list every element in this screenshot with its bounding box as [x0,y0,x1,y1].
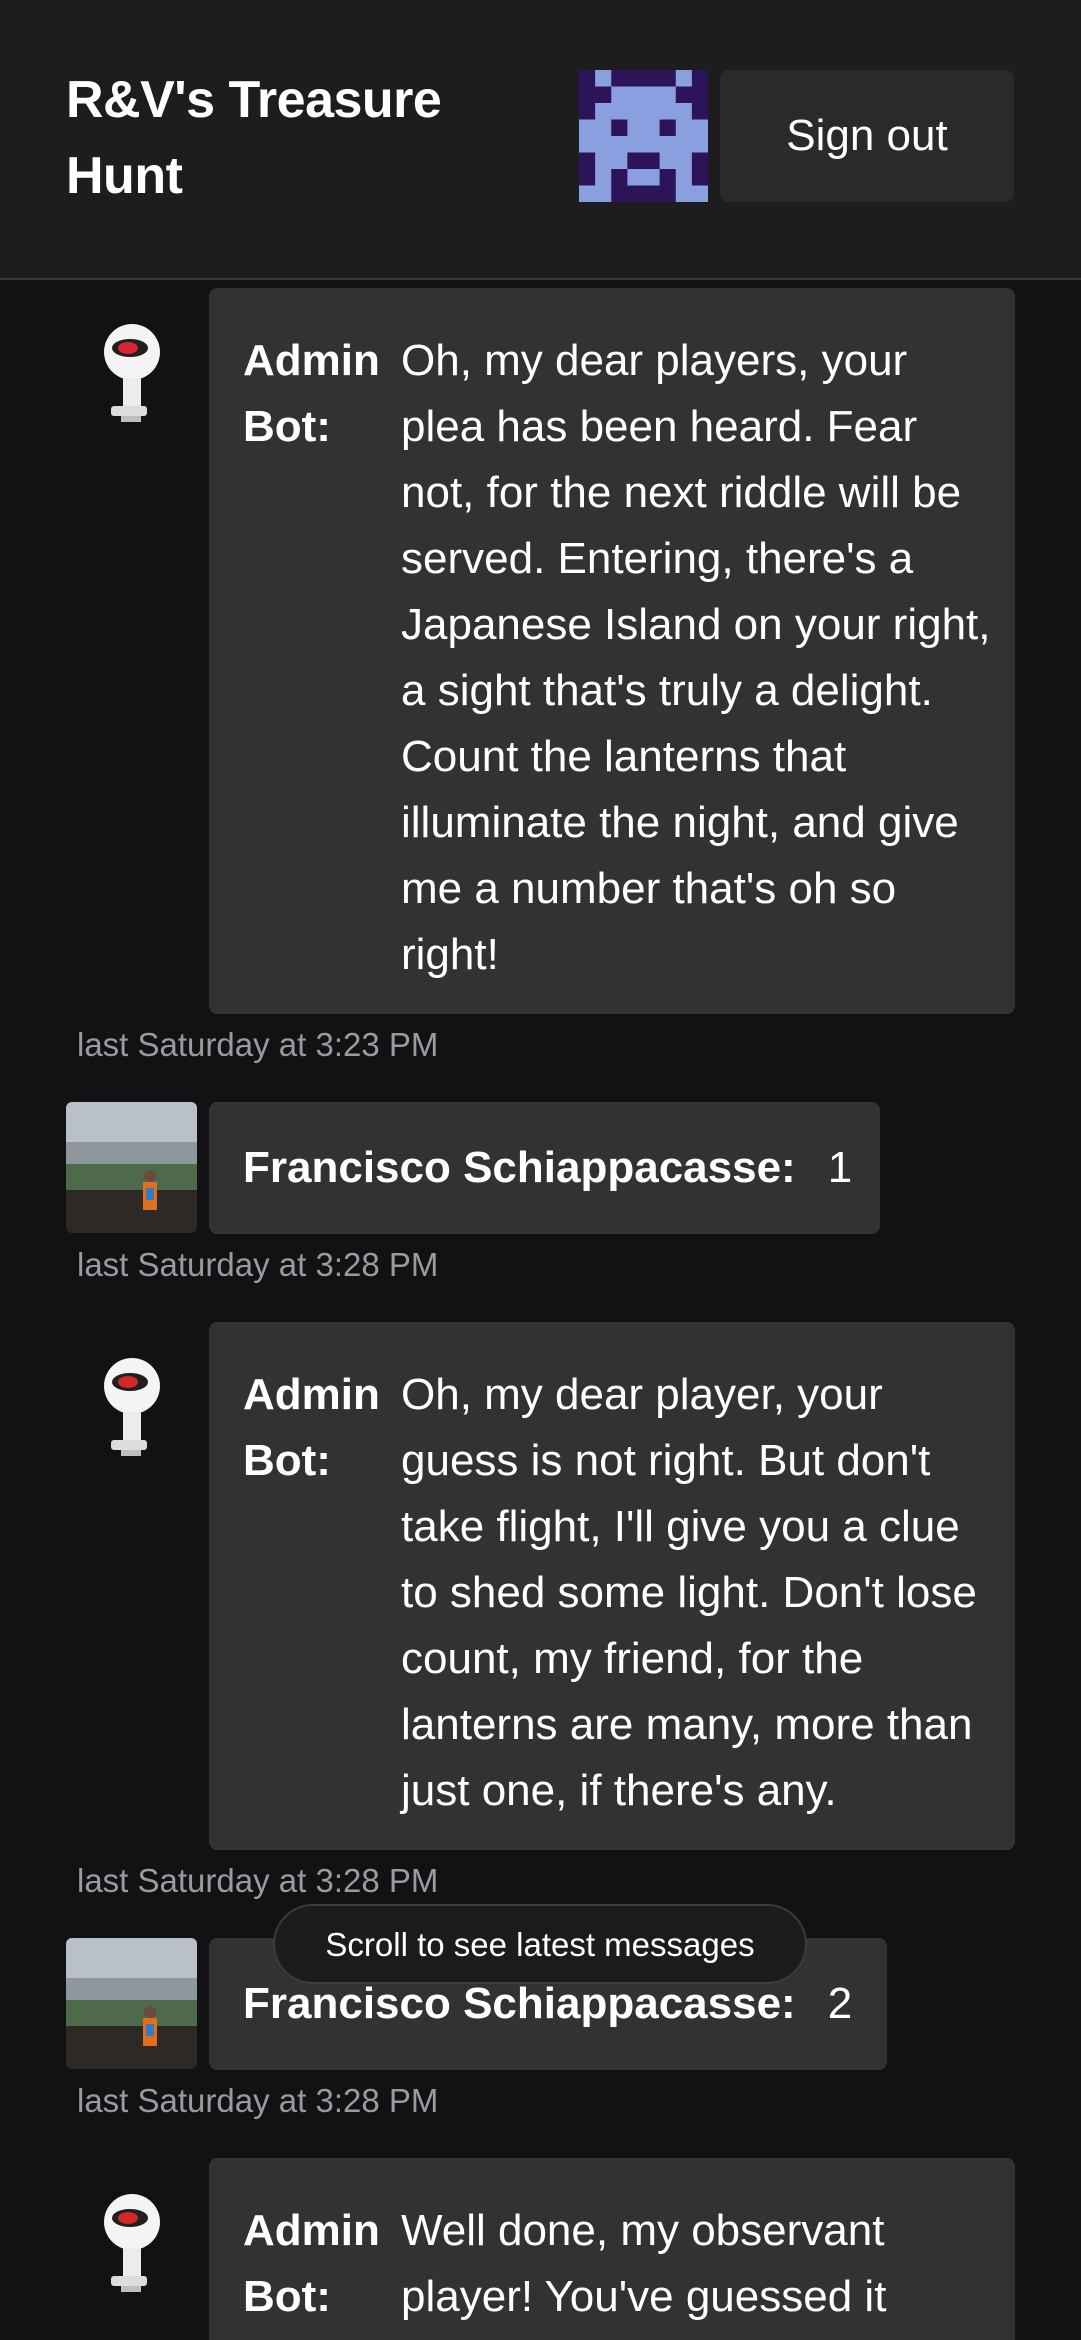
top-bar: R&V's Treasure Hunt Sign out [0,0,1081,280]
message-text: 2 [827,1979,853,2028]
app: R&V's Treasure Hunt Sign out Admin Bot: … [0,0,1081,2340]
sender-name: Admin Bot: [243,2206,380,2321]
user-photo-avatar-icon [66,1102,197,1233]
message-bubble: Admin Bot: Oh, my dear player, your gues… [209,1322,1015,1850]
robot-avatar-icon [97,2192,167,2296]
sender-name: Admin Bot: [243,336,380,451]
sender-name: Francisco Schiappacasse: [243,1143,796,1192]
message-timestamp: last Saturday at 3:28 PM [77,1246,439,1283]
space-invader-avatar-icon[interactable] [579,70,708,202]
message-text: Oh, my dear players, your plea has been … [401,336,991,979]
message-timestamp: last Saturday at 3:28 PM [77,1862,439,1899]
robot-avatar-icon [97,1356,167,1460]
message-text: Oh, my dear player, your guess is not ri… [401,1370,977,1815]
message-bubble: Admin Bot: Well done, my observant playe… [209,2158,1015,2340]
user-photo-avatar-icon [66,1938,197,2069]
message-bubble: Admin Bot: Oh, my dear players, your ple… [209,288,1015,1014]
message-timestamp: last Saturday at 3:23 PM [77,1026,439,1063]
message-text: 1 [827,1143,853,1192]
message-bubble: Francisco Schiappacasse: 1 [209,1102,880,1234]
sign-out-button[interactable]: Sign out [720,70,1014,202]
scroll-to-latest-button[interactable]: Scroll to see latest messages [273,1904,807,1984]
sender-name: Francisco Schiappacasse: [243,1979,796,2028]
message-timestamp: last Saturday at 3:28 PM [77,2082,439,2119]
page-title: R&V's Treasure Hunt [66,71,442,205]
message-feed[interactable]: Admin Bot: Oh, my dear players, your ple… [0,282,1081,2340]
message-text: Well done, my observant player! You've g… [401,2206,887,2321]
robot-avatar-icon [97,322,167,426]
sender-name: Admin Bot: [243,1370,380,1485]
